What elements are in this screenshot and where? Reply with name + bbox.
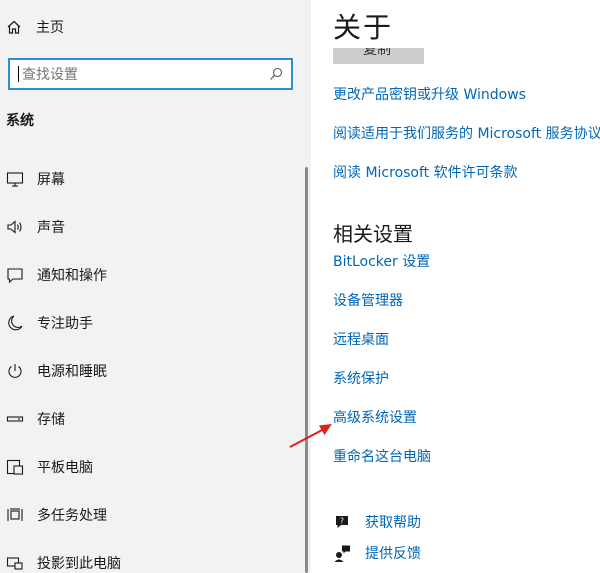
- monitor-icon: [6, 172, 24, 187]
- sidebar-item-label: 电源和睡眠: [37, 364, 107, 380]
- sidebar-item-sound[interactable]: 声音: [6, 214, 65, 240]
- search-input[interactable]: 查找设置: [8, 58, 293, 90]
- sidebar-item-label: 平板电脑: [37, 460, 93, 476]
- sidebar-item-label: 专注助手: [37, 316, 93, 332]
- projector-icon: [6, 557, 23, 570]
- related-settings-heading: 相关设置: [333, 222, 413, 246]
- device-manager-link[interactable]: 设备管理器: [333, 290, 403, 310]
- feedback-icon: [334, 545, 350, 562]
- sidebar-item-multitasking[interactable]: 多任务处理: [6, 502, 107, 528]
- home-icon: [7, 20, 21, 34]
- system-protection-link[interactable]: 系统保护: [333, 368, 389, 388]
- service-agreement-link[interactable]: 阅读适用于我们服务的 Microsoft 服务协议: [333, 123, 600, 143]
- give-feedback-label: 提供反馈: [365, 546, 421, 562]
- sidebar-item-notifications[interactable]: 通知和操作: [6, 262, 107, 288]
- home-nav-item[interactable]: 主页: [6, 14, 64, 40]
- remote-desktop-link[interactable]: 远程桌面: [333, 329, 389, 349]
- moon-icon: [8, 315, 23, 331]
- section-title: 系统: [6, 113, 34, 129]
- search-placeholder: 查找设置: [22, 67, 78, 83]
- rename-pc-link[interactable]: 重命名这台电脑: [333, 446, 431, 466]
- copy-button-label: 复制: [363, 48, 391, 58]
- change-product-key-link[interactable]: 更改产品密钥或升级 Windows: [333, 84, 526, 104]
- sidebar-item-focus-assist[interactable]: 专注助手: [6, 310, 93, 336]
- sidebar-item-label: 多任务处理: [37, 508, 107, 524]
- svg-text:?: ?: [340, 517, 344, 526]
- sidebar-item-power-sleep[interactable]: 电源和睡眠: [6, 358, 107, 384]
- give-feedback-link[interactable]: 提供反馈: [333, 543, 421, 563]
- annotation-arrow-icon: [289, 424, 332, 448]
- bitlocker-settings-link[interactable]: BitLocker 设置: [333, 251, 430, 271]
- get-help-link[interactable]: ? 获取帮助: [333, 512, 421, 532]
- copy-button[interactable]: 复制: [333, 48, 424, 64]
- sidebar-item-storage[interactable]: 存储: [6, 406, 65, 432]
- sidebar-scrollbar[interactable]: [305, 167, 308, 573]
- help-icon: ?: [336, 516, 348, 528]
- text-caret: [18, 66, 19, 82]
- sidebar-item-label: 存储: [37, 412, 65, 428]
- sidebar-item-label: 投影到此电脑: [37, 556, 121, 572]
- sidebar-item-label: 通知和操作: [37, 268, 107, 284]
- sidebar-item-label: 屏幕: [37, 172, 65, 188]
- storage-icon: [6, 416, 24, 422]
- sidebar: 主页 查找设置 系统 屏幕 声音 通知和操作 专注助手 电源和睡眠 存储 平板电…: [0, 0, 311, 573]
- license-terms-link[interactable]: 阅读 Microsoft 软件许可条款: [333, 162, 518, 182]
- sidebar-item-display[interactable]: 屏幕: [6, 166, 65, 192]
- page-title: 关于: [333, 11, 394, 44]
- home-label: 主页: [36, 20, 64, 36]
- get-help-label: 获取帮助: [365, 515, 421, 531]
- power-icon: [8, 364, 22, 378]
- multitask-icon: [7, 508, 23, 521]
- sidebar-item-tablet[interactable]: 平板电脑: [6, 454, 93, 480]
- main-content: 关于 复制 更改产品密钥或升级 Windows 阅读适用于我们服务的 Micro…: [311, 0, 600, 573]
- tablet-icon: [6, 459, 24, 475]
- search-icon[interactable]: [269, 67, 283, 81]
- speaker-icon: [7, 220, 22, 234]
- notification-icon: [7, 268, 23, 284]
- sidebar-item-label: 声音: [37, 220, 65, 236]
- sidebar-item-project-to-pc[interactable]: 投影到此电脑: [6, 550, 121, 573]
- advanced-system-settings-link[interactable]: 高级系统设置: [333, 407, 417, 427]
